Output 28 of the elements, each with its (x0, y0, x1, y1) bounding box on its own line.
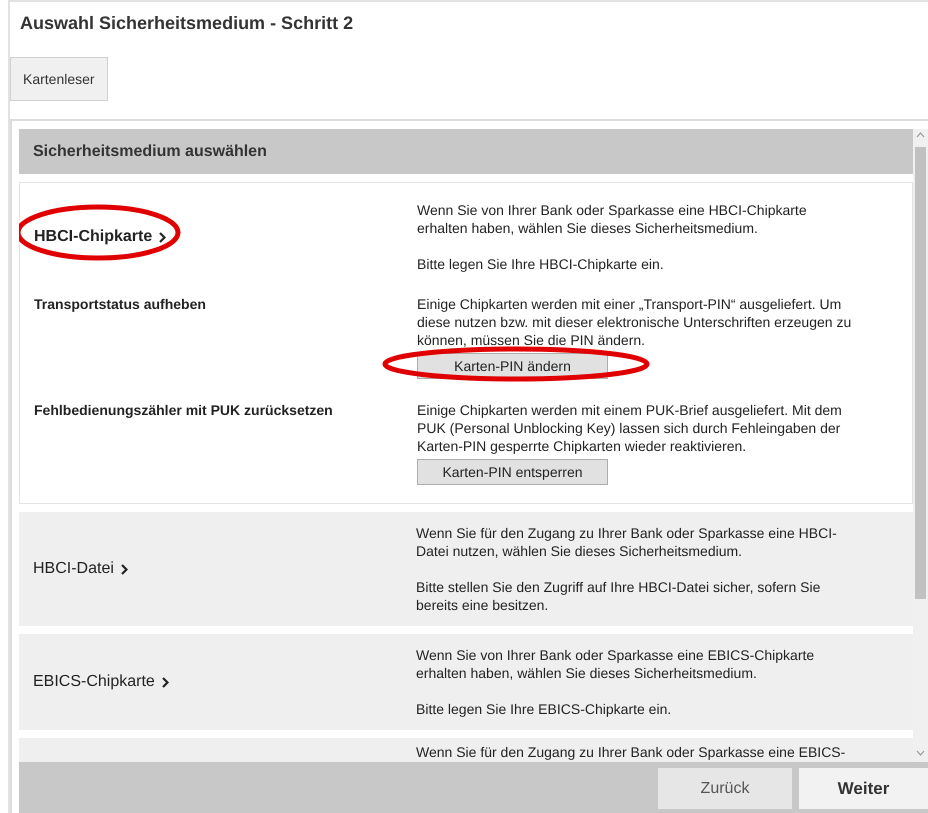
action-title: Transportstatus aufheben (34, 295, 207, 313)
description-text: Wenn Sie für den Zugang zu Ihrer Bank oder Sparkasse eine HBCI-Datei nutzen, wählen Sie dieses Sicherheitsmedium. (416, 524, 838, 560)
description-text: Wenn Sie für den Zugang zu Ihrer Bank oder Sparkasse eine EBICS- (416, 743, 846, 761)
medium-name[interactable]: EBICS-Chipkarte (33, 673, 155, 691)
scroll-up-icon[interactable] (916, 132, 925, 138)
medium-row[interactable] (19, 512, 913, 626)
scrollbar[interactable] (913, 129, 928, 762)
chevron-right-icon (120, 564, 128, 574)
next-button[interactable]: Weiter (799, 768, 928, 809)
description-text: Wenn Sie von Ihrer Bank oder Sparkasse eine EBICS-Chipkarte erhalten haben, wählen Sie dieses Sicherheitsmedium. (416, 646, 816, 682)
action-description: Einige Chipkarten werden mit einem PUK-Brief ausgeliefert. Mit dem PUK (Personal Unblocking Key) lassen sich durch Fehleingaben der Karten-PIN gesperrte Chipkarten wieder reaktivieren. (417, 401, 843, 455)
description-text: Bitte legen Sie Ihre HBCI-Chipkarte ein. (417, 255, 665, 273)
chevron-right-icon (159, 232, 166, 242)
window-title: Auswahl Sicherheitsmedium - Schritt 2 (19, 12, 354, 35)
description-text: Wenn Sie von Ihrer Bank oder Sparkasse eine HBCI-Chipkarte erhalten haben, wählen Sie dieses Sicherheitsmedium. (417, 201, 808, 237)
panel-header: Sicherheitsmedium auswählen (19, 129, 913, 174)
action-description: Einige Chipkarten werden mit einer „Transport-PIN“ ausgeliefert. Um diese nutzen bzw. mit dieser elektronische Unterschriften erzeugen zu können, müssen Sie die PIN ändern. (417, 295, 852, 349)
action-title: Fehlbedienungszähler mit PUK zurücksetzen (34, 401, 334, 419)
medium-row[interactable]: Wenn Sie für den Zugang zu Ihrer Bank oder Sparkasse eine EBICS- (19, 738, 913, 762)
scroll-down-icon[interactable] (916, 750, 925, 756)
medium-name[interactable]: HBCI-Datei (33, 560, 114, 578)
back-button[interactable]: Zurück (658, 768, 792, 809)
card-reader-button[interactable]: Kartenleser (10, 57, 108, 101)
chevron-right-icon (162, 676, 169, 688)
description-text: Bitte stellen Sie den Zugriff auf Ihre HBCI-Datei sicher, sofern Sie bereits eine besitzen. (416, 578, 822, 614)
description-text: Bitte legen Sie Ihre EBICS-Chipkarte ein. (416, 700, 672, 718)
action-button[interactable]: Karten-PIN entsperren (417, 459, 608, 485)
medium-row[interactable]: EBICS-Chipkarte Wenn Sie von Ihrer Bank oder Sparkasse eine EBICS-Chipkarte erhalten haben, wählen Sie dieses Sicherheitsmedium. Bitte legen Sie Ihre EBICS-Chipkarte ein. (19, 634, 913, 730)
